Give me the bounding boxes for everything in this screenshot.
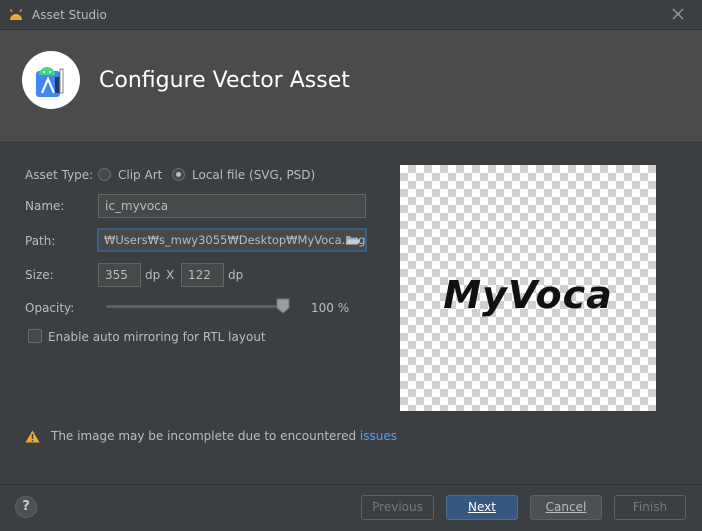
preview-image-text: MyVoca	[443, 273, 613, 317]
path-input[interactable]: ₩Users₩s_mwy3055₩Desktop₩MyVoca.svg	[97, 228, 367, 252]
folder-icon[interactable]	[345, 234, 360, 246]
finish-button[interactable]: Finish	[614, 495, 686, 520]
warning-icon	[25, 430, 40, 443]
help-button[interactable]: ?	[15, 496, 37, 518]
path-label: Path:	[25, 234, 56, 248]
asset-type-label: Asset Type:	[25, 168, 94, 182]
cancel-button[interactable]: Cancel	[530, 495, 602, 520]
window-title: Asset Studio	[32, 8, 107, 22]
android-studio-logo	[22, 51, 80, 109]
opacity-label: Opacity:	[25, 301, 75, 315]
warning-text-body: The image may be incomplete due to encou…	[51, 429, 360, 443]
warning-text: The image may be incomplete due to encou…	[51, 429, 397, 443]
size-width-unit: dp	[145, 268, 161, 282]
auto-mirror-checkbox[interactable]	[28, 329, 42, 343]
opacity-slider-thumb[interactable]	[276, 298, 290, 314]
size-label: Size:	[25, 268, 54, 282]
issues-link[interactable]: issues	[360, 429, 397, 443]
wizard-header: Configure Vector Asset	[0, 30, 702, 141]
size-separator: X	[166, 268, 175, 282]
clip-art-radio-label[interactable]: Clip Art	[118, 168, 162, 182]
previous-button[interactable]: Previous	[361, 495, 434, 520]
page-title: Configure Vector Asset	[99, 68, 350, 93]
next-button[interactable]: Next	[446, 495, 518, 520]
next-button-label: Next	[468, 500, 496, 514]
title-bar: Asset Studio	[0, 0, 702, 30]
path-value: ₩Users₩s_mwy3055₩Desktop₩MyVoca.svg	[104, 233, 366, 247]
name-label: Name:	[25, 199, 65, 213]
auto-mirror-label[interactable]: Enable auto mirroring for RTL layout	[48, 330, 266, 344]
name-input[interactable]: ic_myvoca	[98, 194, 366, 218]
size-height-input[interactable]: 122	[181, 263, 224, 287]
clip-art-radio[interactable]	[98, 168, 111, 181]
cancel-button-label: Cancel	[545, 500, 587, 514]
opacity-slider-track[interactable]	[106, 305, 286, 308]
asset-preview: MyVoca	[400, 165, 656, 411]
android-studio-icon	[9, 9, 23, 20]
size-width-input[interactable]: 355	[98, 263, 141, 287]
local-file-radio[interactable]	[172, 168, 185, 181]
local-file-radio-label[interactable]: Local file (SVG, PSD)	[192, 168, 315, 182]
opacity-value: 100 %	[311, 301, 350, 315]
close-icon[interactable]	[670, 6, 686, 22]
size-height-unit: dp	[228, 268, 244, 282]
